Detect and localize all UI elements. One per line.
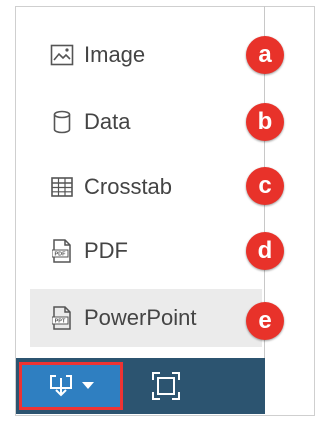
pdf-file-icon: PDF <box>50 239 74 263</box>
caret-down-icon <box>82 382 94 390</box>
menu-item-label: PDF <box>84 238 128 263</box>
image-icon <box>50 43 74 67</box>
menu-item-image[interactable]: Image <box>30 26 262 84</box>
annotation-badge-a: a <box>246 36 284 74</box>
menu-item-pdf[interactable]: PDF PDF <box>30 222 262 280</box>
svg-text:PDF: PDF <box>55 252 67 258</box>
table-icon <box>50 175 74 199</box>
download-icon <box>48 373 74 399</box>
annotation-badge-c: c <box>246 167 284 205</box>
menu-item-powerpoint[interactable]: PPT PowerPoint <box>30 289 262 347</box>
menu-item-label: Data <box>84 109 131 134</box>
menu-item-data[interactable]: Data <box>30 93 262 151</box>
bottom-toolbar <box>16 358 265 414</box>
annotation-badge-b: b <box>246 103 284 141</box>
annotation-badge-e: e <box>246 302 284 340</box>
menu-item-label: Crosstab <box>84 174 173 199</box>
download-button[interactable] <box>19 362 123 410</box>
menu-item-label: Image <box>84 42 146 67</box>
menu-item-label: PowerPoint <box>84 305 197 330</box>
svg-text:PPT: PPT <box>55 319 66 325</box>
ppt-file-icon: PPT <box>50 306 74 330</box>
annotation-badge-d: d <box>246 232 284 270</box>
fullscreen-icon <box>151 371 181 401</box>
menu-item-crosstab[interactable]: Crosstab <box>30 158 262 216</box>
database-icon <box>50 110 74 134</box>
fullscreen-button[interactable] <box>148 368 184 404</box>
